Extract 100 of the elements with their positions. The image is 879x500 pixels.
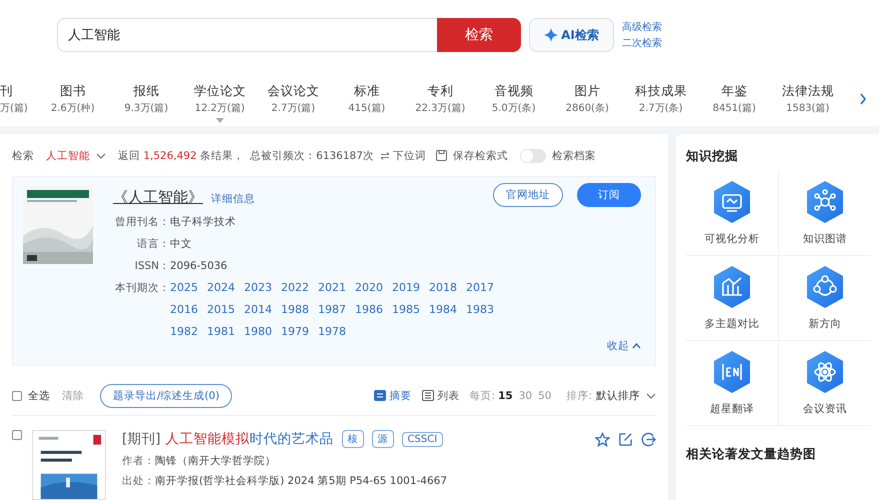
- nodes-icon[interactable]: [804, 265, 845, 309]
- field-label: 本刊期次：: [114, 280, 170, 296]
- category-tab[interactable]: 专利 22.3万(篇): [404, 83, 477, 123]
- tool-label[interactable]: 多主题对比: [704, 317, 760, 331]
- issue-link[interactable]: 2015: [207, 298, 244, 321]
- clear-link[interactable]: 清除: [62, 388, 84, 403]
- translate-icon[interactable]: [712, 350, 752, 394]
- list-view-icon: [422, 390, 434, 402]
- chevron-down-icon: [646, 392, 656, 399]
- search-label: 检索: [12, 148, 34, 163]
- view-tab[interactable]: 列表: [422, 388, 460, 403]
- journal-title[interactable]: 《人工智能》: [113, 188, 203, 207]
- checkbox[interactable]: [12, 390, 22, 401]
- field-label: ISSN：: [134, 258, 170, 273]
- tool-label[interactable]: 可视化分析: [704, 232, 760, 246]
- bar-chart-icon[interactable]: [712, 265, 752, 309]
- issue-link[interactable]: 2014: [244, 298, 281, 321]
- swap-icon: [380, 152, 390, 160]
- category-tab[interactable]: 刊 万(篇): [0, 83, 36, 123]
- page-size-option[interactable]: 50: [535, 390, 554, 402]
- issue-link[interactable]: 1981: [207, 320, 244, 343]
- search-term[interactable]: 人工智能: [46, 148, 90, 163]
- search-button[interactable]: 检索: [437, 18, 521, 52]
- field-label: 曾用刊名：: [114, 214, 170, 229]
- subscribe-button[interactable]: 订阅: [577, 182, 641, 207]
- category-tab[interactable]: 图片 2860(条): [550, 83, 624, 123]
- issue-link[interactable]: 2019: [392, 276, 429, 299]
- category-tab[interactable]: 图书 2.6万(种): [36, 83, 110, 123]
- category-tab[interactable]: 学位论文 12.2万(篇): [183, 82, 256, 124]
- issue-link[interactable]: 2021: [318, 276, 355, 299]
- details-link[interactable]: 详细信息: [211, 192, 255, 206]
- source-line: 出处：南开学报(哲学社会科学版) 2024 第5期 P54-65 1001-4667: [122, 474, 448, 488]
- category-tab[interactable]: 音视频 5.0万(条): [477, 83, 550, 123]
- issue-link[interactable]: 2025: [170, 276, 207, 299]
- view-tab[interactable]: 摘要: [374, 388, 412, 403]
- field-label: 语言：: [136, 236, 170, 251]
- page-size-option[interactable]: 30: [516, 390, 536, 402]
- category-tab[interactable]: 科技成果 2.7万(条): [624, 83, 698, 123]
- tool-label[interactable]: 知识图谱: [802, 232, 847, 246]
- ai-search-button[interactable]: AI检索: [529, 18, 614, 52]
- archive-label: 检索档案: [552, 148, 596, 163]
- tool-label[interactable]: 超星翻译: [710, 402, 754, 416]
- share-icon[interactable]: [641, 432, 656, 447]
- issue-link[interactable]: 2023: [244, 276, 281, 299]
- save-query-link[interactable]: 保存检索式: [452, 148, 508, 163]
- issue-link[interactable]: 2022: [281, 276, 318, 299]
- monitor-chart-icon[interactable]: [712, 180, 752, 224]
- sort-label: 排序:: [566, 388, 592, 403]
- category-tab[interactable]: 年鉴 8451(篇): [698, 83, 771, 123]
- tool-label[interactable]: 会议资讯: [802, 402, 847, 416]
- tool-label[interactable]: 新方向: [808, 317, 842, 331]
- search-link[interactable]: 高级检索: [622, 20, 662, 34]
- save-icon: [436, 150, 447, 162]
- category-tab[interactable]: 报纸 9.3万(篇): [110, 83, 183, 123]
- result-type: [期刊]: [122, 430, 161, 448]
- summary-view-icon: [374, 390, 386, 402]
- subterm-link[interactable]: 下位词: [392, 148, 426, 163]
- page-size-option[interactable]: 15: [495, 390, 516, 402]
- search-field[interactable]: 人工智能: [57, 18, 437, 52]
- index-tag: CSSCI: [402, 432, 444, 446]
- select-all-label: 全选: [28, 388, 50, 403]
- checkbox[interactable]: [12, 430, 22, 440]
- issue-link[interactable]: 2018: [429, 276, 466, 299]
- issue-link[interactable]: 2016: [170, 298, 207, 321]
- field-value: 电子科学技术: [170, 214, 236, 229]
- category-tab[interactable]: 标准 415(篇): [330, 83, 404, 123]
- chevron-down-icon[interactable]: [96, 152, 106, 159]
- issue-link[interactable]: 1982: [170, 320, 207, 343]
- edit-icon[interactable]: [618, 432, 633, 447]
- field-value: 中文: [170, 236, 192, 251]
- caret-icon: [216, 118, 224, 122]
- issue-link[interactable]: 1978: [318, 320, 355, 343]
- issue-link[interactable]: 1984: [429, 298, 466, 321]
- result-count-text: 返回 1,526,492 条结果，: [118, 148, 244, 163]
- issue-link[interactable]: 1988: [281, 298, 318, 321]
- result-title[interactable]: 人工智能模拟时代的艺术品: [166, 430, 334, 448]
- issue-link[interactable]: 2017: [466, 276, 503, 299]
- sparkle-icon: [544, 28, 558, 42]
- collapse-link[interactable]: 收起: [607, 339, 641, 354]
- issue-link[interactable]: 1987: [318, 298, 355, 321]
- website-button[interactable]: 官网地址: [493, 182, 563, 207]
- section-title: 相关论著发文量趋势图: [686, 446, 817, 463]
- export-button[interactable]: 题录导出/综述生成(0): [100, 384, 232, 408]
- category-tab[interactable]: 法律法规 1583(篇): [771, 83, 844, 123]
- field-value: 2096-5036: [170, 260, 228, 272]
- issue-link[interactable]: 1985: [392, 298, 429, 321]
- sort-dropdown[interactable]: 默认排序: [596, 388, 640, 403]
- issue-link[interactable]: 2020: [355, 276, 392, 299]
- search-link[interactable]: 二次检索: [622, 36, 662, 50]
- category-tab[interactable]: 会议论文 2.7万(篇): [256, 83, 330, 123]
- archive-toggle[interactable]: [520, 148, 546, 163]
- issue-link[interactable]: 1983: [466, 298, 503, 321]
- author-line: 作者：陶锋（南开大学哲学院）: [122, 454, 277, 468]
- star-icon[interactable]: [595, 432, 610, 447]
- atom-icon[interactable]: [804, 350, 845, 394]
- issue-link[interactable]: 1986: [355, 298, 392, 321]
- issue-link[interactable]: 1979: [281, 320, 318, 343]
- network-icon[interactable]: [804, 180, 845, 224]
- issue-link[interactable]: 2024: [207, 276, 244, 299]
- issue-link[interactable]: 1980: [244, 320, 281, 343]
